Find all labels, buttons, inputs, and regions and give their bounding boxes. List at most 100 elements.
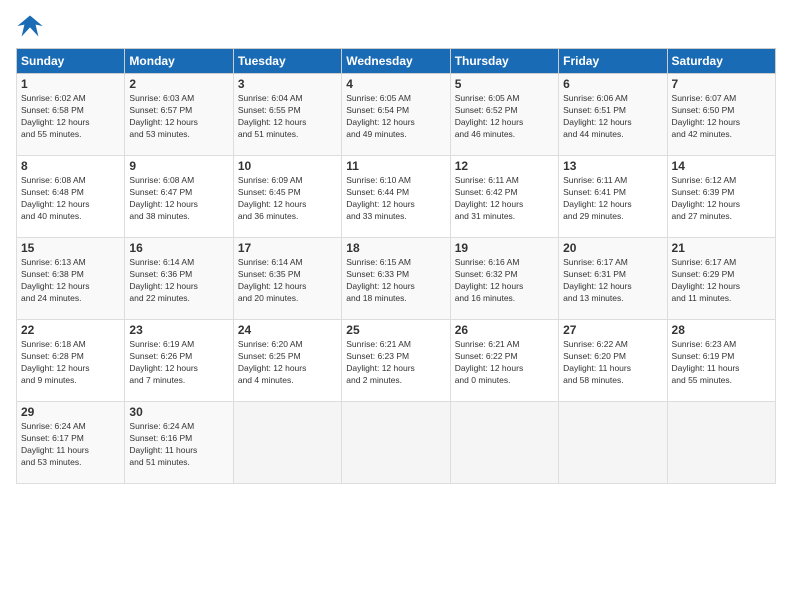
header-tuesday: Tuesday	[233, 49, 341, 74]
day-number: 1	[21, 77, 120, 91]
week-row-3: 15 Sunrise: 6:13 AM Sunset: 6:38 PM Dayli…	[17, 238, 776, 320]
day-info: Sunrise: 6:13 AM Sunset: 6:38 PM Dayligh…	[21, 257, 120, 305]
day-cell: 4 Sunrise: 6:05 AM Sunset: 6:54 PM Daylig…	[342, 74, 450, 156]
day-cell: 16 Sunrise: 6:14 AM Sunset: 6:36 PM Dayli…	[125, 238, 233, 320]
day-info: Sunrise: 6:11 AM Sunset: 6:42 PM Dayligh…	[455, 175, 554, 223]
logo-bird-icon	[16, 12, 44, 40]
day-number: 22	[21, 323, 120, 337]
day-number: 29	[21, 405, 120, 419]
page: Sunday Monday Tuesday Wednesday Thursday…	[0, 0, 792, 612]
day-cell: 11Sunrise: 6:10 AM Sunset: 6:44 PM Dayli…	[342, 156, 450, 238]
day-cell: 10Sunrise: 6:09 AM Sunset: 6:45 PM Dayli…	[233, 156, 341, 238]
day-cell: 17 Sunrise: 6:14 AM Sunset: 6:35 PM Dayli…	[233, 238, 341, 320]
header-row: Sunday Monday Tuesday Wednesday Thursday…	[17, 49, 776, 74]
day-cell: 5 Sunrise: 6:05 AM Sunset: 6:52 PM Daylig…	[450, 74, 558, 156]
header-sunday: Sunday	[17, 49, 125, 74]
day-info: Sunrise: 6:17 AM Sunset: 6:31 PM Dayligh…	[563, 257, 662, 305]
day-number: 19	[455, 241, 554, 255]
day-cell: 24 Sunrise: 6:20 AM Sunset: 6:25 PM Dayli…	[233, 320, 341, 402]
day-number: 2	[129, 77, 228, 91]
day-cell: 26 Sunrise: 6:21 AM Sunset: 6:22 PM Dayli…	[450, 320, 558, 402]
day-info: Sunrise: 6:05 AM Sunset: 6:52 PM Dayligh…	[455, 93, 554, 141]
day-info: Sunrise: 6:02 AM Sunset: 6:58 PM Dayligh…	[21, 93, 120, 141]
header-monday: Monday	[125, 49, 233, 74]
week-row-4: 22 Sunrise: 6:18 AM Sunset: 6:28 PM Dayli…	[17, 320, 776, 402]
day-cell: 19Sunrise: 6:16 AM Sunset: 6:32 PM Dayli…	[450, 238, 558, 320]
logo	[16, 12, 48, 40]
day-number: 18	[346, 241, 445, 255]
day-number: 4	[346, 77, 445, 91]
day-number: 24	[238, 323, 337, 337]
day-cell: 8 Sunrise: 6:08 AM Sunset: 6:48 PM Daylig…	[17, 156, 125, 238]
day-number: 14	[672, 159, 771, 173]
day-number: 12	[455, 159, 554, 173]
day-info: Sunrise: 6:08 AM Sunset: 6:48 PM Dayligh…	[21, 175, 120, 223]
day-info: Sunrise: 6:22 AM Sunset: 6:20 PM Dayligh…	[563, 339, 662, 387]
day-cell	[342, 402, 450, 484]
day-number: 26	[455, 323, 554, 337]
header-wednesday: Wednesday	[342, 49, 450, 74]
day-info: Sunrise: 6:05 AM Sunset: 6:54 PM Dayligh…	[346, 93, 445, 141]
day-cell: 25 Sunrise: 6:21 AM Sunset: 6:23 PM Dayli…	[342, 320, 450, 402]
day-cell: 3 Sunrise: 6:04 AM Sunset: 6:55 PM Daylig…	[233, 74, 341, 156]
day-number: 21	[672, 241, 771, 255]
day-info: Sunrise: 6:17 AM Sunset: 6:29 PM Dayligh…	[672, 257, 771, 305]
day-cell	[559, 402, 667, 484]
week-row-1: 1 Sunrise: 6:02 AM Sunset: 6:58 PM Daylig…	[17, 74, 776, 156]
day-number: 17	[238, 241, 337, 255]
day-info: Sunrise: 6:14 AM Sunset: 6:35 PM Dayligh…	[238, 257, 337, 305]
calendar-table: Sunday Monday Tuesday Wednesday Thursday…	[16, 48, 776, 484]
header-thursday: Thursday	[450, 49, 558, 74]
day-info: Sunrise: 6:23 AM Sunset: 6:19 PM Dayligh…	[672, 339, 771, 387]
day-cell: 13 Sunrise: 6:11 AM Sunset: 6:41 PM Dayli…	[559, 156, 667, 238]
day-info: Sunrise: 6:06 AM Sunset: 6:51 PM Dayligh…	[563, 93, 662, 141]
day-number: 27	[563, 323, 662, 337]
day-cell: 30 Sunrise: 6:24 AM Sunset: 6:16 PM Dayli…	[125, 402, 233, 484]
week-row-2: 8 Sunrise: 6:08 AM Sunset: 6:48 PM Daylig…	[17, 156, 776, 238]
day-info: Sunrise: 6:18 AM Sunset: 6:28 PM Dayligh…	[21, 339, 120, 387]
day-cell: 2 Sunrise: 6:03 AM Sunset: 6:57 PM Daylig…	[125, 74, 233, 156]
day-cell: 21 Sunrise: 6:17 AM Sunset: 6:29 PM Dayli…	[667, 238, 775, 320]
day-cell	[450, 402, 558, 484]
day-number: 15	[21, 241, 120, 255]
day-number: 25	[346, 323, 445, 337]
day-info: Sunrise: 6:15 AM Sunset: 6:33 PM Dayligh…	[346, 257, 445, 305]
day-info: Sunrise: 6:14 AM Sunset: 6:36 PM Dayligh…	[129, 257, 228, 305]
day-cell: 22 Sunrise: 6:18 AM Sunset: 6:28 PM Dayli…	[17, 320, 125, 402]
day-number: 16	[129, 241, 228, 255]
day-number: 6	[563, 77, 662, 91]
day-info: Sunrise: 6:19 AM Sunset: 6:26 PM Dayligh…	[129, 339, 228, 387]
day-info: Sunrise: 6:03 AM Sunset: 6:57 PM Dayligh…	[129, 93, 228, 141]
day-info: Sunrise: 6:21 AM Sunset: 6:23 PM Dayligh…	[346, 339, 445, 387]
day-cell: 20 Sunrise: 6:17 AM Sunset: 6:31 PM Dayli…	[559, 238, 667, 320]
day-info: Sunrise: 6:10 AM Sunset: 6:44 PM Dayligh…	[346, 175, 445, 223]
day-number: 7	[672, 77, 771, 91]
day-number: 9	[129, 159, 228, 173]
day-number: 3	[238, 77, 337, 91]
day-info: Sunrise: 6:07 AM Sunset: 6:50 PM Dayligh…	[672, 93, 771, 141]
day-cell: 15 Sunrise: 6:13 AM Sunset: 6:38 PM Dayli…	[17, 238, 125, 320]
day-cell	[667, 402, 775, 484]
day-number: 20	[563, 241, 662, 255]
day-number: 23	[129, 323, 228, 337]
day-number: 13	[563, 159, 662, 173]
day-cell: 12 Sunrise: 6:11 AM Sunset: 6:42 PM Dayli…	[450, 156, 558, 238]
day-info: Sunrise: 6:21 AM Sunset: 6:22 PM Dayligh…	[455, 339, 554, 387]
day-info: Sunrise: 6:20 AM Sunset: 6:25 PM Dayligh…	[238, 339, 337, 387]
day-number: 28	[672, 323, 771, 337]
day-cell: 6 Sunrise: 6:06 AM Sunset: 6:51 PM Daylig…	[559, 74, 667, 156]
day-cell: 9 Sunrise: 6:08 AM Sunset: 6:47 PM Daylig…	[125, 156, 233, 238]
day-info: Sunrise: 6:11 AM Sunset: 6:41 PM Dayligh…	[563, 175, 662, 223]
header-friday: Friday	[559, 49, 667, 74]
day-cell: 14Sunrise: 6:12 AM Sunset: 6:39 PM Dayli…	[667, 156, 775, 238]
day-info: Sunrise: 6:08 AM Sunset: 6:47 PM Dayligh…	[129, 175, 228, 223]
day-number: 30	[129, 405, 228, 419]
day-cell: 18 Sunrise: 6:15 AM Sunset: 6:33 PM Dayli…	[342, 238, 450, 320]
day-number: 5	[455, 77, 554, 91]
day-cell	[233, 402, 341, 484]
day-number: 10	[238, 159, 337, 173]
day-info: Sunrise: 6:24 AM Sunset: 6:16 PM Dayligh…	[129, 421, 228, 469]
day-number: 8	[21, 159, 120, 173]
day-info: Sunrise: 6:04 AM Sunset: 6:55 PM Dayligh…	[238, 93, 337, 141]
header	[16, 12, 776, 40]
